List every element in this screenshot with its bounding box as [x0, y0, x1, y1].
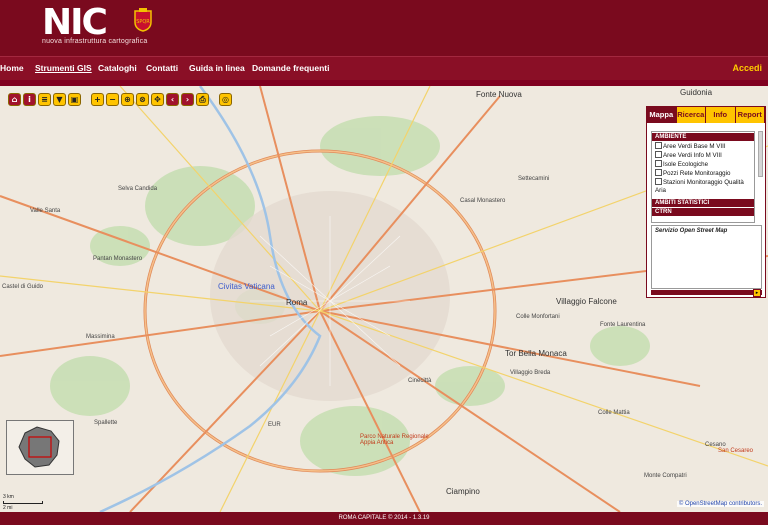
- nav-strumenti-gis[interactable]: Strumenti GIS: [35, 63, 92, 73]
- layer-group-ambiente[interactable]: AMBIENTE: [652, 133, 754, 141]
- zoom-in-icon[interactable]: +: [91, 93, 104, 106]
- map-label: San Cesareo: [718, 448, 754, 454]
- layer-item[interactable]: Isole Ecologiche: [652, 160, 754, 169]
- map-toolbar: ⌂ i ≡ ▼ ▣ + − ⊕ ⊗ ✥ ‹ › ⎙ ◎: [8, 93, 232, 109]
- map-label: Tor Bella Monaca: [505, 349, 567, 358]
- panel-footer-bar: [651, 290, 762, 295]
- layer-list-scrollbar[interactable]: [758, 131, 763, 177]
- scale-mi: 2 mi: [3, 505, 13, 511]
- svg-text:SPQR: SPQR: [136, 19, 150, 25]
- map-label: Monte Compatri: [644, 473, 687, 479]
- map-label: EUR: [268, 422, 281, 428]
- layer-item[interactable]: Pozzi Rete Monitoraggio: [652, 169, 754, 178]
- info-icon[interactable]: i: [23, 93, 36, 106]
- logo-subtitle: nuova infrastruttura cartografica: [42, 38, 148, 45]
- measure-icon[interactable]: ≡: [38, 93, 51, 106]
- map-label: Selva Candida: [118, 186, 158, 192]
- map-label: Valle Santa: [30, 208, 61, 214]
- tab-mappa[interactable]: Mappa: [647, 107, 677, 123]
- panel-tabs: Mappa Ricerca Info Report: [647, 107, 765, 123]
- login-link[interactable]: Accedi: [732, 63, 762, 73]
- map-label: Fonte Nuova: [476, 90, 522, 99]
- layer-panel: Mappa Ricerca Info Report AMBIENTE Aree …: [646, 106, 766, 298]
- map-label: Roma: [286, 298, 308, 307]
- zoom-box-icon[interactable]: ⊕: [121, 93, 134, 106]
- map-label: Massimina: [86, 334, 115, 340]
- nic-logo: NIC: [42, 4, 109, 40]
- tab-report[interactable]: Report: [735, 107, 765, 123]
- map-label: Casal Monastero: [460, 198, 506, 204]
- layer-group-ctrn[interactable]: CTRN: [652, 208, 754, 216]
- map-label: Parco Naturale Regionale Appia Antica: [360, 434, 429, 446]
- map-attribution[interactable]: © OpenStreetMap contributors.: [676, 501, 764, 507]
- layer-group-ambiti-statistici[interactable]: AMBITI STATISTICI: [652, 199, 754, 207]
- tab-info[interactable]: Info: [706, 107, 736, 123]
- layers-icon[interactable]: ◎: [219, 93, 232, 106]
- svg-text:NIC: NIC: [42, 4, 107, 40]
- page-footer: ROMA CAPITALE © 2014 - 1.3.19: [0, 512, 768, 525]
- pan-icon[interactable]: ✥: [151, 93, 164, 106]
- nav-home[interactable]: Home: [0, 63, 24, 73]
- layer-item[interactable]: Stazioni Monitoraggio Qualità Aria: [652, 178, 754, 195]
- scale-bar: 3 km 2 mi: [3, 494, 43, 511]
- nav-faq[interactable]: Domande frequenti: [252, 63, 329, 73]
- tab-ricerca[interactable]: Ricerca: [676, 107, 706, 123]
- layer-item[interactable]: Aree Verdi Base M VIII: [652, 142, 754, 151]
- back-icon[interactable]: ‹: [166, 93, 179, 106]
- map-label: Cinecittà: [408, 378, 432, 384]
- nav-cataloghi[interactable]: Cataloghi: [98, 63, 137, 73]
- map-label: Fonte Laurentina: [600, 322, 646, 328]
- map-label: Ciampino: [446, 487, 480, 496]
- map-label: Colle Mattia: [598, 410, 630, 416]
- roma-crest-icon: SPQR: [134, 8, 152, 32]
- nav-guida[interactable]: Guida in linea: [189, 63, 245, 73]
- zoom-out-icon[interactable]: −: [106, 93, 119, 106]
- service-info: Servizio Open Street Map: [651, 225, 762, 289]
- map-label: Castel di Guido: [2, 284, 44, 290]
- map-label: Villaggio Falcone: [556, 297, 617, 306]
- map-label: Colle Monfortani: [516, 314, 560, 320]
- map-label: Villaggio Breda: [510, 370, 551, 376]
- printer-icon[interactable]: ⎙: [196, 93, 209, 106]
- select-icon[interactable]: ▼: [53, 93, 66, 106]
- map-label: Spallette: [94, 420, 118, 426]
- map-label: Pantan Monastero: [93, 256, 143, 262]
- forward-icon[interactable]: ›: [181, 93, 194, 106]
- map-label: Civitas Vaticana: [218, 282, 275, 291]
- scale-km: 3 km: [3, 494, 14, 500]
- overview-map[interactable]: [6, 420, 74, 475]
- zoom-extent-icon[interactable]: ⊗: [136, 93, 149, 106]
- home-icon[interactable]: ⌂: [8, 93, 21, 106]
- main-nav: Home Strumenti GIS Cataloghi Contatti Gu…: [0, 56, 768, 80]
- print-icon[interactable]: ▣: [68, 93, 81, 106]
- layer-list: AMBIENTE Aree Verdi Base M VIII Aree Ver…: [651, 131, 755, 223]
- nav-contatti[interactable]: Contatti: [146, 63, 178, 73]
- map-label: Settecamini: [518, 176, 550, 182]
- scale-line: [3, 501, 43, 504]
- layer-item[interactable]: Aree Verdi Info M VIII: [652, 151, 754, 160]
- collapse-icon[interactable]: ▸: [753, 289, 761, 297]
- map-label: Guidonia: [680, 88, 713, 97]
- header: NIC SPQR nuova infrastruttura cartografi…: [0, 0, 768, 56]
- overview-shape: [18, 426, 60, 468]
